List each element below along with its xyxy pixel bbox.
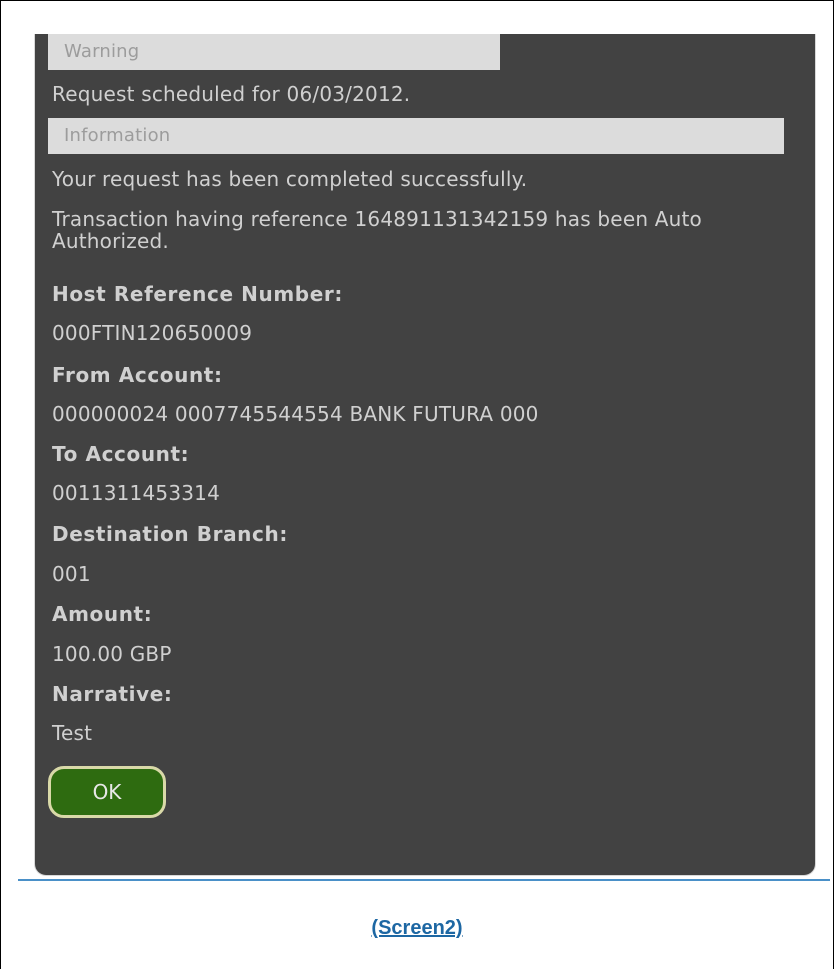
host-reference-value: 000FTIN120650009 (52, 321, 253, 345)
warning-message: Request scheduled for 06/03/2012. (52, 82, 411, 106)
screen2-link[interactable]: (Screen2) (0, 917, 834, 940)
destination-branch-label: Destination Branch: (52, 522, 288, 546)
from-account-label: From Account: (52, 363, 223, 387)
ok-button[interactable]: OK (48, 766, 166, 818)
narrative-value: Test (52, 721, 93, 745)
host-reference-label: Host Reference Number: (52, 282, 343, 306)
divider-line (18, 879, 830, 881)
to-account-label: To Account: (52, 442, 190, 466)
from-account-value: 000000024 0007745544554 BANK FUTURA 000 (52, 402, 539, 426)
to-account-value: 0011311453314 (52, 481, 221, 505)
success-message: Your request has been completed successf… (52, 167, 528, 191)
destination-branch-value: 001 (52, 562, 91, 586)
narrative-label: Narrative: (52, 682, 173, 706)
warning-header: Warning (48, 34, 500, 70)
amount-value: 100.00 GBP (52, 642, 172, 666)
information-header: Information (48, 118, 784, 154)
amount-label: Amount: (52, 602, 153, 626)
authorization-message: Transaction having reference 16489113134… (52, 207, 702, 253)
